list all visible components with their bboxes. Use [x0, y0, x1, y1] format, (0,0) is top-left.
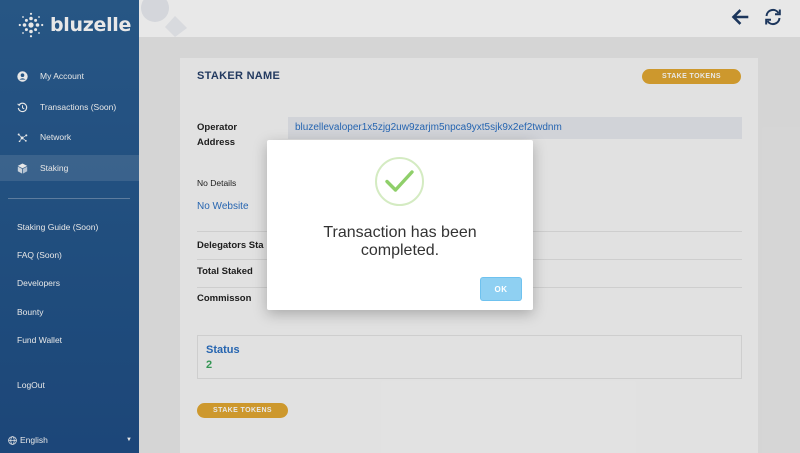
transaction-complete-dialog: Transaction has been completed. OK	[267, 140, 533, 310]
ok-button[interactable]: OK	[481, 278, 521, 300]
check-icon	[385, 170, 414, 192]
success-circle	[375, 157, 424, 206]
dialog-message: Transaction has been completed.	[323, 224, 477, 259]
